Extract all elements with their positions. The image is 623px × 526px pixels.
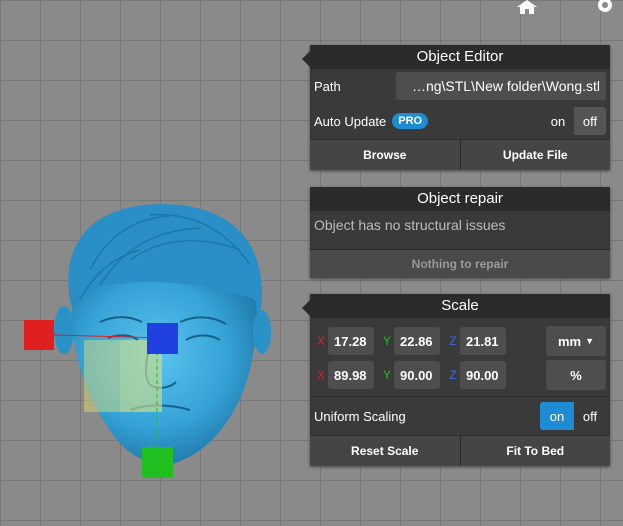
auto-update-toggle[interactable]: on off <box>542 107 606 135</box>
percent-y-input[interactable]: 90.00 <box>394 361 440 389</box>
scale-title: Scale <box>310 294 610 318</box>
path-field[interactable]: …ng\STL\New folder\Wong.stl <box>396 72 606 100</box>
object-editor-title: Object Editor <box>310 45 610 69</box>
path-label: Path <box>314 78 341 94</box>
update-file-button[interactable]: Update File <box>459 140 610 170</box>
scale-percent-row: X 89.98 Y 90.00 Z 90.00 % <box>314 358 606 392</box>
object-repair-title: Object repair <box>310 187 610 211</box>
auto-update-on[interactable]: on <box>542 107 574 135</box>
auto-update-label: Auto Update <box>314 113 387 129</box>
uniform-scaling-toggle[interactable]: on off <box>540 402 606 430</box>
uniform-on[interactable]: on <box>540 402 574 430</box>
percent-unit: % <box>546 360 606 390</box>
fit-to-bed-button[interactable]: Fit To Bed <box>459 436 610 466</box>
percent-z-input[interactable]: 90.00 <box>460 361 506 389</box>
reset-scale-button[interactable]: Reset Scale <box>310 436 460 466</box>
object-editor-panel: Object Editor Path …ng\STL\New folder\Wo… <box>302 45 610 170</box>
x-axis-handle[interactable] <box>24 320 54 350</box>
auto-update-off[interactable]: off <box>574 107 606 135</box>
scale-panel: Scale X 17.28 Y 22.86 Z 21.81 mm ▼ X 89.… <box>302 294 610 466</box>
home-icon[interactable] <box>517 0 537 14</box>
unit-dropdown[interactable]: mm ▼ <box>546 326 606 356</box>
pro-badge: PRO <box>392 113 429 129</box>
chevron-down-icon: ▼ <box>585 336 595 346</box>
size-z-input[interactable]: 21.81 <box>460 327 506 355</box>
uniform-off[interactable]: off <box>574 402 606 430</box>
size-y-input[interactable]: 22.86 <box>394 327 440 355</box>
nothing-to-repair-button[interactable]: Nothing to repair <box>310 250 610 278</box>
object-repair-panel: Object repair Object has no structural i… <box>310 187 610 278</box>
browse-button[interactable]: Browse <box>310 140 460 170</box>
scale-size-row: X 17.28 Y 22.86 Z 21.81 mm ▼ <box>314 324 606 358</box>
percent-x-input[interactable]: 89.98 <box>328 361 374 389</box>
size-x-input[interactable]: 17.28 <box>328 327 374 355</box>
uniform-scaling-label: Uniform Scaling <box>314 408 406 424</box>
y-axis-handle[interactable] <box>142 447 173 478</box>
repair-status-text: Object has no structural issues <box>314 217 506 233</box>
gear-icon[interactable] <box>595 0 615 14</box>
z-axis-handle[interactable] <box>147 323 178 354</box>
